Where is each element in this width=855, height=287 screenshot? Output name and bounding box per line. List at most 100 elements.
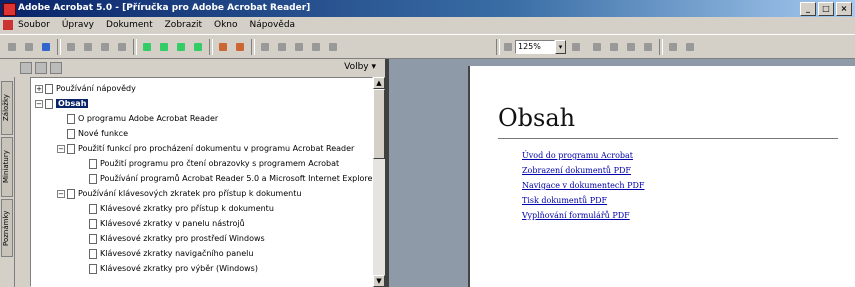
- zoom-dropdown-button[interactable]: ▾: [555, 40, 566, 54]
- bookmark-item[interactable]: − Použití funkcí pro procházení dokumentu…: [57, 142, 354, 155]
- previous-page-icon[interactable]: [156, 39, 171, 54]
- web-icon[interactable]: [308, 39, 323, 54]
- toolbar: 125% ▾: [0, 34, 855, 59]
- tree-expander-icon[interactable]: −: [35, 99, 43, 108]
- last-page-icon[interactable]: [190, 39, 205, 54]
- go-forward-icon[interactable]: [232, 39, 247, 54]
- go-back-icon[interactable]: [215, 39, 230, 54]
- actual-size-icon[interactable]: [589, 39, 604, 54]
- email-icon[interactable]: [38, 39, 53, 54]
- bookmark-page-icon: [89, 248, 97, 259]
- toolbar-separator: [133, 39, 137, 55]
- scroll-thumb[interactable]: [373, 89, 385, 159]
- open-icon[interactable]: [4, 39, 19, 54]
- toc-link[interactable]: Úvod do programu Acrobat: [522, 148, 644, 163]
- tab-comments[interactable]: Poznámky: [1, 199, 13, 257]
- toc-link[interactable]: Vyplňování formulářů PDF: [522, 208, 644, 223]
- tree-expander-icon[interactable]: −: [57, 189, 65, 198]
- menu-document[interactable]: Dokument: [106, 17, 153, 34]
- bookmark-item[interactable]: Klávesové zkratky pro výběr (Windows): [79, 262, 258, 275]
- tree-expander-icon[interactable]: −: [57, 144, 65, 153]
- bookmark-item[interactable]: − Používání klávesových zkratek pro příst…: [57, 187, 301, 200]
- search-results-icon[interactable]: [291, 39, 306, 54]
- bookmarks-header: Volby ▾: [14, 59, 385, 77]
- zoom-input[interactable]: 125%: [515, 40, 555, 54]
- menu-edit[interactable]: Úpravy: [62, 17, 94, 34]
- toolbar-separator: [57, 39, 61, 55]
- print-icon[interactable]: [21, 39, 36, 54]
- minimize-button[interactable]: _: [800, 2, 816, 16]
- next-page-icon[interactable]: [173, 39, 188, 54]
- bookmarks-tree: + Používání nápovědy − Obsah O programu Adob…: [30, 77, 373, 287]
- toc-link[interactable]: Tisk dokumentů PDF: [522, 193, 644, 208]
- zoom-tool-icon[interactable]: [97, 39, 112, 54]
- fit-page-icon[interactable]: [606, 39, 621, 54]
- bookmark-item[interactable]: + Používání nápovědy: [35, 82, 136, 95]
- acrobat-app-icon[interactable]: [3, 3, 16, 16]
- zoom-in-icon[interactable]: [568, 39, 583, 54]
- bookmark-item[interactable]: O programu Adobe Acrobat Reader: [57, 112, 218, 125]
- bookmark-page-icon: [89, 173, 97, 184]
- bookmark-page-icon: [67, 188, 75, 199]
- bookmark-label: Klávesové zkratky navigačního panelu: [100, 249, 254, 258]
- hand-tool-icon[interactable]: [80, 39, 95, 54]
- bookmark-item[interactable]: Používání programů Acrobat Reader 5.0 a …: [79, 172, 372, 185]
- bookmark-label: Klávesové zkratky pro prostředí Windows: [100, 234, 265, 243]
- bookmark-item[interactable]: Použití programu pro čtení obrazovky s p…: [79, 157, 339, 170]
- menu-help[interactable]: Nápověda: [250, 17, 296, 34]
- bookmarks-scrollbar[interactable]: ▲ ▼: [373, 77, 385, 287]
- rotate-left-icon[interactable]: [665, 39, 680, 54]
- menu-window[interactable]: Okno: [214, 17, 238, 34]
- bookmark-item[interactable]: Klávesové zkratky navigačního panelu: [79, 247, 253, 260]
- menu-file[interactable]: Soubor: [18, 17, 50, 34]
- new-bookmark-icon[interactable]: [20, 62, 32, 74]
- rotate-right-icon[interactable]: [682, 39, 697, 54]
- bookmarks-options-button[interactable]: Volby ▾: [341, 61, 379, 73]
- tab-bookmarks[interactable]: Záložky: [1, 81, 13, 135]
- fit-width-icon[interactable]: [623, 39, 638, 54]
- bookmark-label: O programu Adobe Acrobat Reader: [78, 114, 219, 123]
- reflow-icon[interactable]: [640, 39, 655, 54]
- bookmark-item[interactable]: − Obsah: [35, 97, 89, 110]
- bookmark-item[interactable]: Klávesové zkratky v panelu nástrojů: [79, 217, 245, 230]
- bookmark-item[interactable]: Klávesové zkratky pro prostředí Windows: [79, 232, 265, 245]
- navigation-pane: Záložky Miniatury Poznámky Volby ▾ + Použ…: [0, 59, 385, 287]
- find-icon[interactable]: [257, 39, 272, 54]
- bookmark-item[interactable]: Klávesové zkratky pro přístup k dokument…: [79, 202, 274, 215]
- zoom-out-icon[interactable]: [500, 39, 515, 54]
- bookmark-label: Použití funkcí pro procházení dokumentu …: [78, 144, 355, 153]
- first-page-icon[interactable]: [139, 39, 154, 54]
- window-controls: _ □ ×: [800, 2, 852, 16]
- bookmark-item[interactable]: Nové funkce: [57, 127, 128, 140]
- bookmark-page-icon: [45, 83, 53, 94]
- bookmark-page-icon: [45, 98, 53, 109]
- close-button[interactable]: ×: [836, 2, 852, 16]
- bookmark-page-icon: [89, 203, 97, 214]
- scroll-up-arrow[interactable]: ▲: [373, 77, 385, 89]
- expand-bookmark-icon[interactable]: [50, 62, 62, 74]
- search-icon[interactable]: [274, 39, 289, 54]
- bookmark-page-icon: [89, 158, 97, 169]
- toolbar-separator: [209, 39, 213, 55]
- show-navigation-pane-icon[interactable]: [63, 39, 78, 54]
- menu-view[interactable]: Zobrazit: [165, 17, 202, 34]
- text-select-icon[interactable]: [114, 39, 129, 54]
- toc-link[interactable]: Navigace v dokumentech PDF: [522, 178, 644, 193]
- bookmark-label: Používání klávesových zkratek pro přístu…: [78, 189, 302, 198]
- tree-expander-icon[interactable]: +: [35, 84, 43, 93]
- title-divider: [498, 138, 838, 139]
- page-title: Obsah: [498, 104, 576, 132]
- document-page: Obsah Úvod do programu Acrobat Zobrazení…: [470, 66, 855, 287]
- tab-thumbnails[interactable]: Miniatury: [1, 137, 13, 197]
- toc-link[interactable]: Zobrazení dokumentů PDF: [522, 163, 644, 178]
- scroll-down-arrow[interactable]: ▼: [373, 275, 385, 287]
- delete-bookmark-icon[interactable]: [35, 62, 47, 74]
- bookmark-page-icon: [67, 143, 75, 154]
- help-icon[interactable]: [325, 39, 340, 54]
- maximize-button[interactable]: □: [818, 2, 834, 16]
- bookmark-label: Klávesové zkratky pro přístup k dokument…: [100, 204, 274, 213]
- bookmark-page-icon: [67, 113, 75, 124]
- bookmark-label: Klávesové zkratky pro výběr (Windows): [100, 264, 258, 273]
- bookmark-label: Obsah: [56, 99, 89, 108]
- document-icon[interactable]: [3, 20, 13, 30]
